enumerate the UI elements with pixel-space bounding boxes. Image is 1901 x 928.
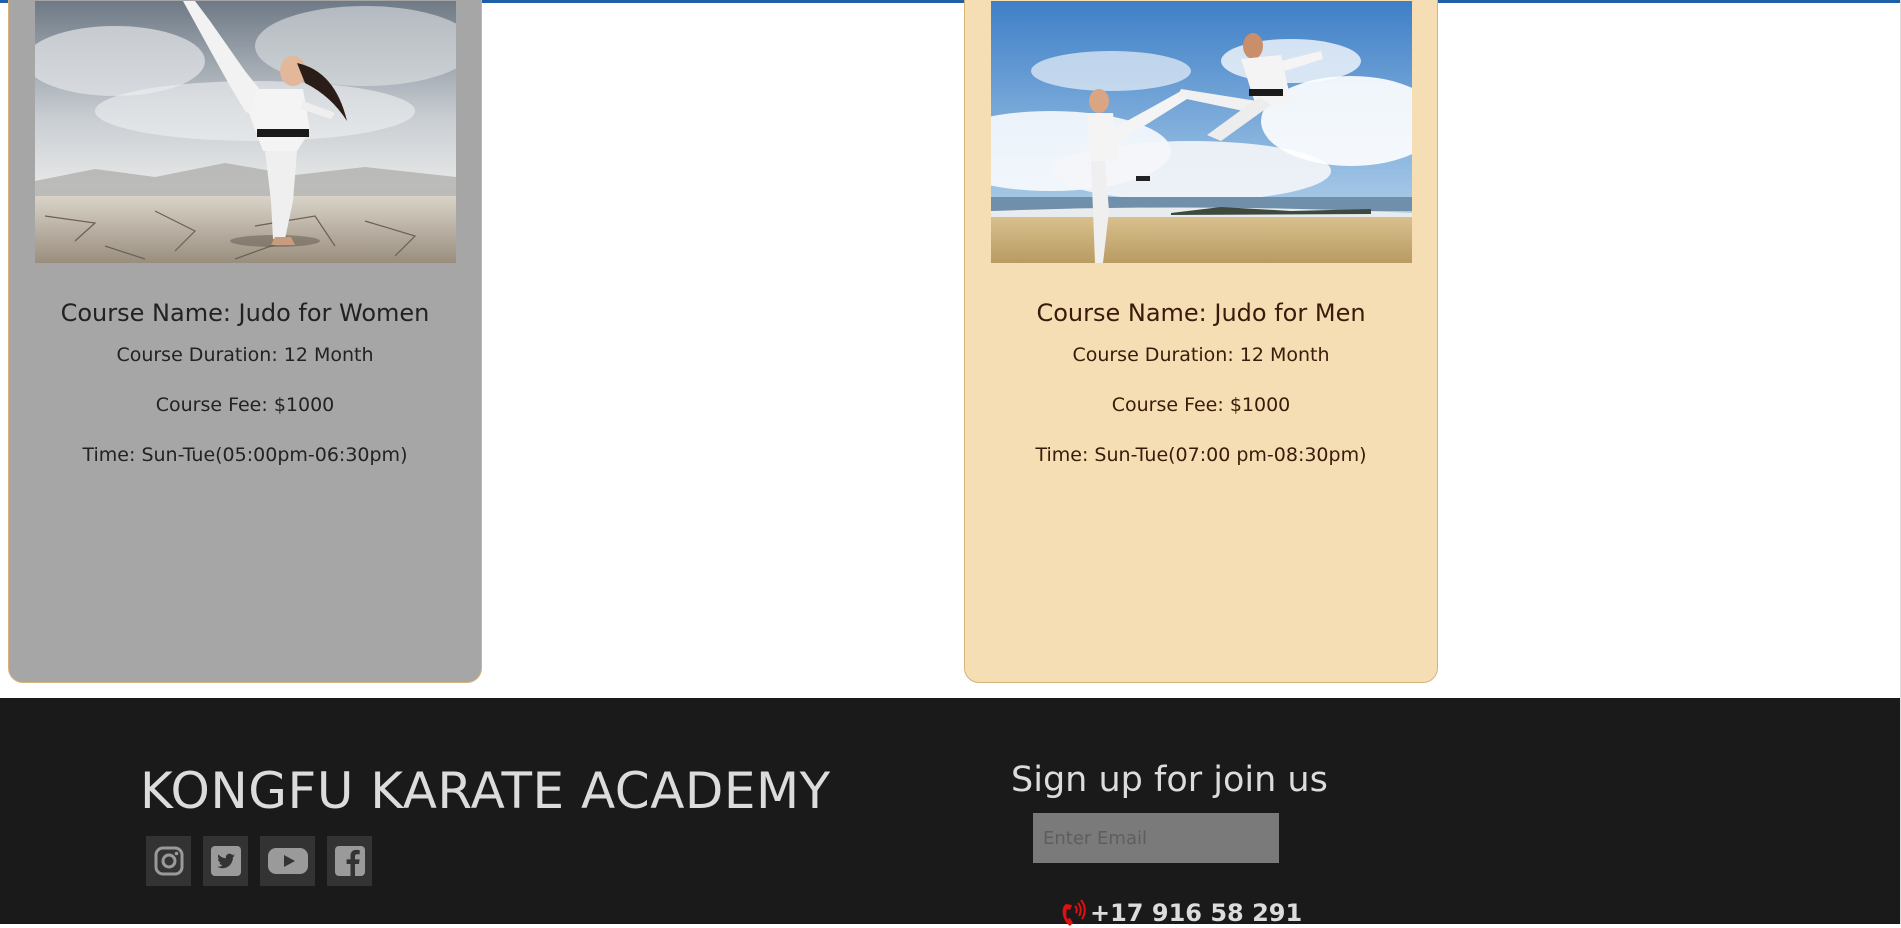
- twitter-link[interactable]: [203, 836, 248, 886]
- course-fee: Course Fee: $1000: [155, 394, 335, 416]
- instagram-link[interactable]: [146, 836, 191, 886]
- course-card-judo-women: Course Name: Judo for Women Course Durat…: [8, 0, 482, 683]
- course-time: Time: Sun-Tue(05:00pm-06:30pm): [82, 444, 408, 466]
- footer-brand-title: KONGFU KARATE ACADEMY: [140, 762, 831, 820]
- social-links: [146, 836, 372, 886]
- course-duration: Course Duration: 12 Month: [1072, 344, 1330, 366]
- youtube-icon: [267, 848, 308, 874]
- facebook-link[interactable]: [327, 836, 372, 886]
- course-name: Course Name: Judo for Men: [1036, 299, 1366, 327]
- twitter-icon: [210, 846, 241, 876]
- youtube-link[interactable]: [260, 836, 315, 886]
- instagram-icon: [154, 846, 183, 876]
- course-photo-men: [991, 1, 1412, 263]
- course-duration: Course Duration: 12 Month: [116, 344, 374, 366]
- course-fee: Course Fee: $1000: [1111, 394, 1291, 416]
- email-input[interactable]: [1033, 813, 1279, 863]
- facebook-icon: [334, 846, 365, 876]
- signup-title: Sign up for join us: [1011, 760, 1328, 800]
- course-photo-women: [35, 1, 456, 263]
- phone-number: +17 916 58 291: [1090, 899, 1303, 927]
- course-card-judo-men: Course Name: Judo for Men Course Duratio…: [964, 0, 1438, 683]
- course-name: Course Name: Judo for Women: [60, 299, 430, 327]
- site-footer: KONGFU KARATE ACADEMY Sign up for join u…: [0, 698, 1900, 927]
- course-time: Time: Sun-Tue(07:00 pm-08:30pm): [1035, 444, 1367, 466]
